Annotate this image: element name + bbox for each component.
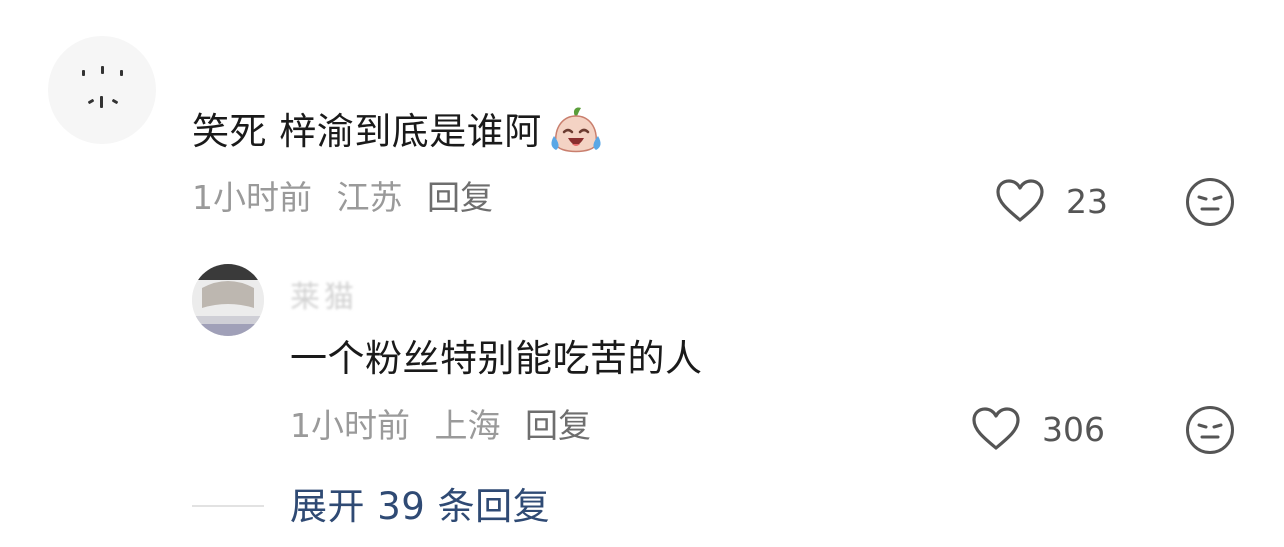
reply-reply-button[interactable]: 回复 <box>525 406 591 445</box>
reply-meta: 1小时前 上海 回复 <box>290 404 605 448</box>
comment-react-button[interactable] <box>1184 176 1236 232</box>
comment-location: 江苏 <box>336 178 403 217</box>
laughing-crying-emoji-icon <box>548 106 604 158</box>
expand-replies-button[interactable]: 展开 39 条回复 <box>290 482 550 532</box>
reply-text: 一个粉丝特别能吃苦的人 <box>290 337 703 380</box>
comment-like-button[interactable]: 23 <box>994 176 1108 226</box>
comment-reply-button[interactable]: 回复 <box>427 178 493 217</box>
heart-icon <box>996 179 1044 222</box>
reply-like-count: 306 <box>1042 409 1105 449</box>
commenter-avatar[interactable] <box>48 36 156 144</box>
reply-avatar[interactable] <box>192 264 264 336</box>
reply-like-button[interactable]: 306 <box>970 404 1105 454</box>
comment-like-count: 23 <box>1066 181 1108 221</box>
neutral-face-icon <box>1186 178 1234 226</box>
reply-location: 上海 <box>434 406 501 445</box>
expand-divider <box>192 505 264 507</box>
comment-text: 笑死 梓渝到底是谁阿 <box>192 104 604 160</box>
reply-author-name[interactable]: 莱猫 <box>290 272 358 316</box>
reply-time: 1小时前 <box>290 406 410 445</box>
reply-react-button[interactable] <box>1184 404 1236 460</box>
heart-icon <box>972 407 1020 450</box>
comment-meta: 1小时前 江苏 回复 <box>192 176 507 220</box>
comment-time: 1小时前 <box>192 178 312 217</box>
comment-body: 笑死 梓渝到底是谁阿 <box>192 110 542 153</box>
neutral-face-icon <box>1186 406 1234 454</box>
